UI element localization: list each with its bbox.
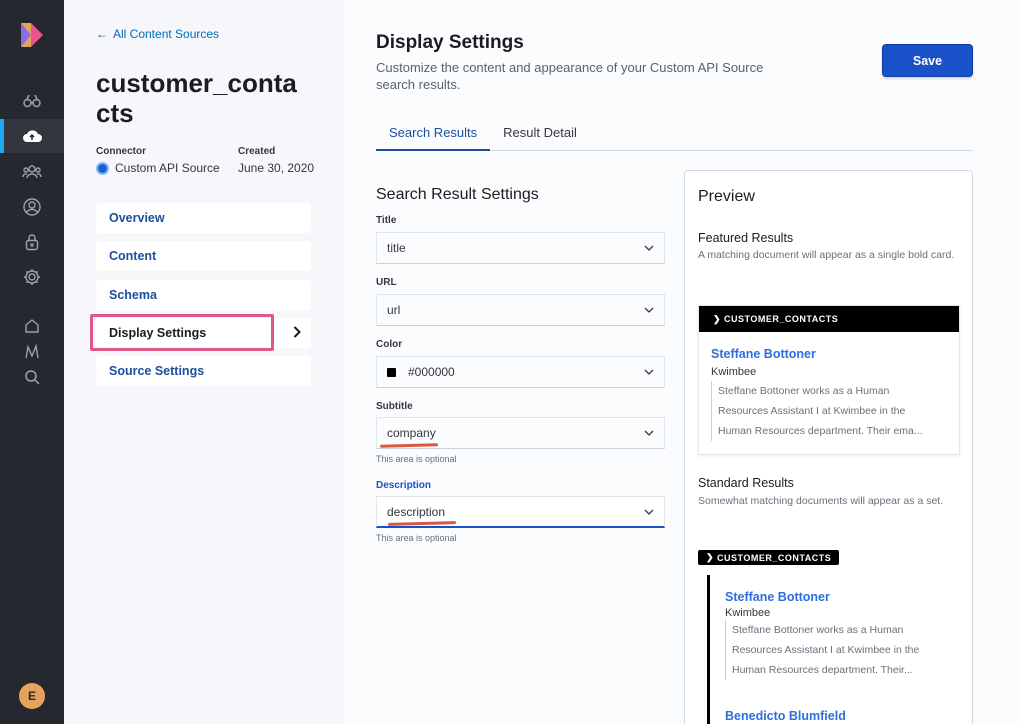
rail-active-indicator (0, 119, 4, 153)
page-title: Display Settings (376, 32, 524, 53)
color-picker[interactable]: #000000 (376, 356, 665, 388)
title-select[interactable]: title (376, 232, 665, 264)
list-item[interactable]: Benedicto Blumfield (725, 709, 846, 723)
connector-meta: Connector Custom API Source (96, 146, 220, 175)
preview-panel: Preview Featured Results A matching docu… (684, 170, 973, 724)
standard-results-list: Steffane Bottoner Kwimbee Steffane Botto… (707, 575, 960, 724)
standard-description: Somewhat matching documents will appear … (698, 495, 944, 507)
lock-icon[interactable] (20, 230, 44, 254)
app-icon-rail: E (0, 0, 64, 724)
tab-result-detail[interactable]: Result Detail (490, 117, 590, 151)
description-field-label: Description (376, 480, 432, 491)
main-panel: Display Settings Customize the content a… (344, 0, 1021, 724)
source-title: customer_contacts (96, 68, 297, 128)
result-title[interactable]: Benedicto Blumfield (725, 709, 846, 723)
color-value: #000000 (408, 365, 455, 379)
chevron-down-icon (644, 245, 654, 251)
connector-value: Custom API Source (115, 161, 220, 175)
subtitle-select-value: company (387, 426, 436, 440)
tab-search-results[interactable]: Search Results (376, 117, 491, 151)
page-description: Customize the content and appearance of … (376, 60, 764, 92)
cloud-upload-icon[interactable] (20, 124, 44, 148)
gear-icon[interactable] (20, 265, 44, 289)
analytics-icon[interactable] (20, 340, 44, 364)
sidebar-item-overview[interactable]: Overview (96, 203, 311, 233)
search-icon[interactable] (20, 365, 44, 389)
connector-label: Connector (96, 146, 146, 157)
binoculars-icon[interactable] (20, 89, 44, 113)
sidebar-item-schema[interactable]: Schema (96, 280, 311, 310)
user-circle-icon[interactable] (20, 195, 44, 219)
description-select-value: description (387, 504, 446, 519)
color-swatch (387, 367, 396, 377)
list-item[interactable]: Steffane Bottoner Kwimbee Steffane Botto… (725, 590, 947, 680)
workplace-search-logo[interactable] (19, 21, 45, 49)
arrow-left-icon: ← (96, 27, 108, 41)
url-select-value: url (387, 303, 401, 317)
standard-heading: Standard Results (698, 476, 794, 490)
sidebar-item-content[interactable]: Content (96, 241, 311, 271)
result-company: Kwimbee (725, 607, 771, 619)
result-description: Steffane Bottoner works as a Human Resou… (711, 381, 949, 441)
tab-bar: Search Results Result Detail (376, 117, 973, 151)
preview-title: Preview (698, 188, 755, 205)
form-title: Search Result Settings (376, 186, 539, 203)
created-label: Created (238, 146, 276, 157)
chevron-down-icon (644, 509, 654, 515)
featured-description: A matching document will appear as a sin… (698, 249, 955, 261)
users-icon[interactable] (20, 160, 44, 184)
sidebar-item-display-settings[interactable]: Display Settings (96, 318, 311, 348)
result-company: Kwimbee (711, 366, 757, 378)
url-select[interactable]: url (376, 294, 665, 326)
source-badge: ❯ CUSTOMER_CONTACTS (698, 550, 840, 565)
created-value: June 30, 2020 (238, 161, 315, 175)
chevron-right-icon (293, 326, 301, 338)
source-chevron-icon: ❯ (706, 552, 715, 562)
avatar[interactable]: E (19, 683, 45, 709)
chevron-down-icon (644, 307, 654, 313)
featured-card-header: ❯ CUSTOMER_CONTACTS (699, 306, 959, 332)
sidebar-item-source-settings[interactable]: Source Settings (96, 356, 311, 386)
title-field-label: Title (376, 215, 397, 226)
source-sidebar: ← All Content Sources customer_contacts … (64, 0, 344, 724)
color-field-label: Color (376, 339, 403, 350)
connector-icon (96, 161, 109, 175)
result-title[interactable]: Steffane Bottoner (711, 347, 816, 361)
subtitle-help-text: This area is optional (376, 454, 457, 464)
save-button[interactable]: Save (882, 44, 973, 77)
result-description: Steffane Bottoner works as a Human Resou… (725, 620, 947, 680)
url-field-label: URL (376, 277, 397, 288)
featured-heading: Featured Results (698, 231, 794, 245)
chevron-down-icon (644, 369, 654, 375)
subtitle-field-label: Subtitle (376, 401, 413, 412)
title-select-value: title (387, 241, 406, 255)
back-link[interactable]: ← All Content Sources (96, 27, 219, 41)
source-badge-label: CUSTOMER_CONTACTS (724, 314, 839, 324)
created-meta: Created June 30, 2020 (238, 146, 314, 175)
home-icon[interactable] (20, 314, 44, 338)
source-chevron-icon: ❯ (713, 313, 722, 324)
chevron-down-icon (644, 430, 654, 436)
description-help-text: This area is optional (376, 533, 457, 543)
result-title[interactable]: Steffane Bottoner (725, 590, 947, 604)
back-link-label: All Content Sources (113, 27, 220, 41)
featured-result-card[interactable]: ❯ CUSTOMER_CONTACTS Steffane Bottoner Kw… (698, 305, 960, 455)
